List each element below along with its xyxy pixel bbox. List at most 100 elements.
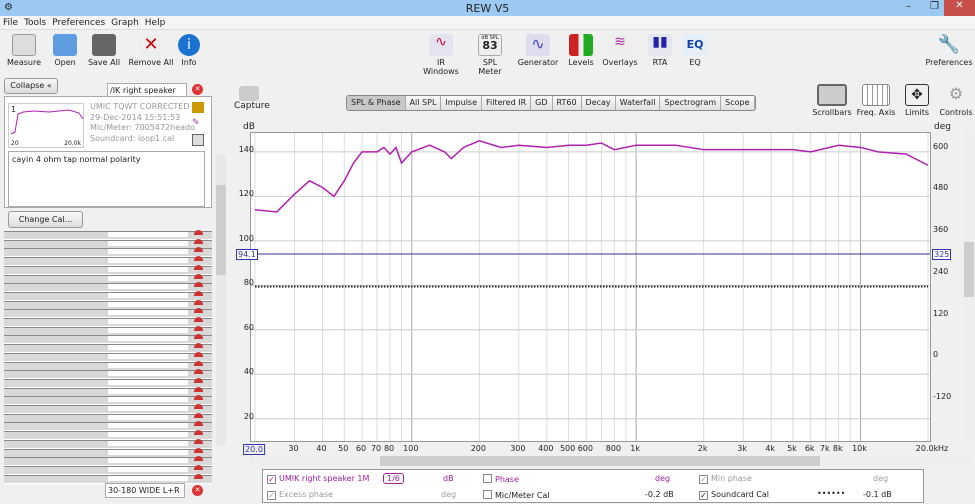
measurement-list-item[interactable] xyxy=(4,438,212,449)
save-all-button[interactable]: Save All xyxy=(86,34,122,67)
remove-icon[interactable] xyxy=(194,430,203,436)
measurement-list-item[interactable] xyxy=(4,430,212,441)
tab-decay[interactable]: Decay xyxy=(581,96,616,110)
graph-horizontal-scrollbar[interactable] xyxy=(250,456,970,466)
change-cal-button[interactable]: Change Cal... xyxy=(8,211,83,228)
remove-icon[interactable] xyxy=(194,351,203,357)
info-button[interactable]: i Info xyxy=(176,34,202,67)
phase-toggle[interactable]: Phase xyxy=(483,474,519,484)
measurement-list-item[interactable] xyxy=(4,317,212,327)
measurement-list-item[interactable] xyxy=(4,325,212,336)
measurement-list-item[interactable] xyxy=(4,404,212,414)
menu-help[interactable]: Help xyxy=(145,18,166,28)
measurement-list-item[interactable] xyxy=(4,247,212,258)
close-button[interactable]: ✕ xyxy=(944,0,975,16)
measurement-list-item[interactable] xyxy=(4,290,212,301)
remove-icon[interactable] xyxy=(194,404,203,409)
pen-icon[interactable]: ✎ xyxy=(192,118,204,129)
remove-all-button[interactable]: ✕ Remove All xyxy=(128,34,174,67)
menu-graph[interactable]: Graph xyxy=(111,18,139,28)
measurement-list-item[interactable] xyxy=(4,334,212,345)
remove-icon[interactable] xyxy=(194,282,203,288)
tab-gd[interactable]: GD xyxy=(531,96,553,110)
graph-vertical-scrollbar[interactable] xyxy=(964,132,974,442)
measurement-list-item[interactable] xyxy=(4,386,212,397)
controls-button[interactable]: ⚙ Controls xyxy=(938,84,974,117)
overlays-button[interactable]: ≋ Overlays xyxy=(602,34,638,67)
measurement-list-item[interactable] xyxy=(4,256,212,267)
tab-waterfall[interactable]: Waterfall xyxy=(615,96,661,110)
measurement-list-item[interactable] xyxy=(4,421,212,432)
measurement-list-item[interactable] xyxy=(4,351,212,362)
remove-icon[interactable] xyxy=(194,369,203,375)
remove-icon[interactable] xyxy=(194,299,203,305)
ir-windows-button[interactable]: ∿ IR Windows xyxy=(418,34,464,76)
tab-spectrogram[interactable]: Spectrogram xyxy=(660,96,722,110)
smoothing-button[interactable]: 1/6 xyxy=(383,473,404,484)
measurement-list-item[interactable] xyxy=(4,369,212,380)
graph-settings-icon[interactable] xyxy=(192,134,204,146)
remove-icon[interactable] xyxy=(194,377,203,383)
remove-icon[interactable] xyxy=(194,264,203,270)
measurement-list-item[interactable] xyxy=(4,273,212,284)
tab-rt60[interactable]: RT60 xyxy=(552,96,582,110)
min-phase-toggle[interactable]: ✓ Min phase xyxy=(699,474,752,484)
preferences-button[interactable]: 🔧 Preferences xyxy=(924,34,974,67)
rta-button[interactable]: ▮▮ RTA xyxy=(646,34,674,67)
maximize-button[interactable]: ❐ xyxy=(930,1,939,12)
tab-all-spl[interactable]: All SPL xyxy=(405,96,442,110)
measurement-list-item[interactable] xyxy=(4,308,212,319)
open-button[interactable]: Open xyxy=(50,34,80,67)
capture-button[interactable]: Capture xyxy=(234,86,270,111)
edit-info-icon[interactable] xyxy=(192,102,204,113)
remove-icon[interactable] xyxy=(194,343,203,349)
measurement-list-scrollbar[interactable] xyxy=(216,155,226,445)
eq-button[interactable]: EQ EQ xyxy=(682,34,708,67)
measurement-thumbnail[interactable]: 1 20 20.0k xyxy=(8,103,84,148)
remove-icon[interactable] xyxy=(194,230,203,235)
freq-axis-button[interactable]: Freq. Axis xyxy=(856,84,896,117)
measurement-list-item[interactable] xyxy=(4,264,212,275)
remove-icon[interactable] xyxy=(194,386,203,392)
remove-icon[interactable] xyxy=(194,290,203,296)
tab-scope[interactable]: Scope xyxy=(721,96,755,110)
minimize-button[interactable]: – xyxy=(906,1,911,12)
measurement-list-item[interactable] xyxy=(4,343,212,354)
measurement-list-item[interactable] xyxy=(4,456,212,467)
generator-button[interactable]: ∿ Generator xyxy=(516,34,560,67)
remove-icon[interactable] xyxy=(194,438,203,444)
remove-icon[interactable] xyxy=(194,256,203,262)
excess-phase-toggle[interactable]: ✓ Excess phase xyxy=(267,490,333,500)
measurement-list-item[interactable] xyxy=(4,412,212,423)
limits-button[interactable]: ✥ Limits xyxy=(902,84,932,117)
tab-filtered-ir[interactable]: Filtered IR xyxy=(482,96,532,110)
levels-button[interactable]: Levels xyxy=(566,34,596,67)
remove-icon[interactable] xyxy=(194,273,203,279)
remove-icon[interactable] xyxy=(194,456,203,462)
measurement-list-item[interactable] xyxy=(4,360,212,371)
scrollbars-button[interactable]: Scrollbars xyxy=(812,84,852,117)
remove-icon[interactable] xyxy=(194,247,203,253)
measurement-list-item[interactable] xyxy=(4,238,212,249)
remove-icon[interactable] xyxy=(194,308,203,314)
measurement-name-input[interactable]: 30-180 WIDE L+R xyxy=(105,483,185,498)
spl-phase-graph[interactable] xyxy=(250,132,931,442)
menu-preferences[interactable]: Preferences xyxy=(52,18,105,28)
measurement-list-item[interactable] xyxy=(4,230,212,240)
remove-icon[interactable] xyxy=(194,334,203,340)
spl-meter-button[interactable]: dB SPL 83 SPL Meter xyxy=(470,34,510,76)
measurement-list-item[interactable] xyxy=(4,464,212,475)
measurement-list-item[interactable] xyxy=(4,447,212,458)
collapse-button[interactable]: Collapse « xyxy=(4,78,58,94)
mic-cal-toggle[interactable]: Mic/Meter Cal xyxy=(483,490,550,500)
tab-impulse[interactable]: Impulse xyxy=(441,96,483,110)
menu-file[interactable]: File xyxy=(3,18,18,28)
notes-textarea[interactable]: cayin 4 ohm tap normal polarity xyxy=(8,151,205,207)
remove-icon[interactable] xyxy=(194,447,203,453)
remove-measurement-icon[interactable]: ✕ xyxy=(192,485,203,496)
remove-icon[interactable] xyxy=(194,412,203,418)
remove-icon[interactable] xyxy=(194,421,203,427)
remove-icon[interactable] xyxy=(194,464,203,470)
soundcard-cal-toggle[interactable]: ✓ Soundcard Cal xyxy=(699,490,769,500)
remove-icon[interactable] xyxy=(194,325,203,331)
